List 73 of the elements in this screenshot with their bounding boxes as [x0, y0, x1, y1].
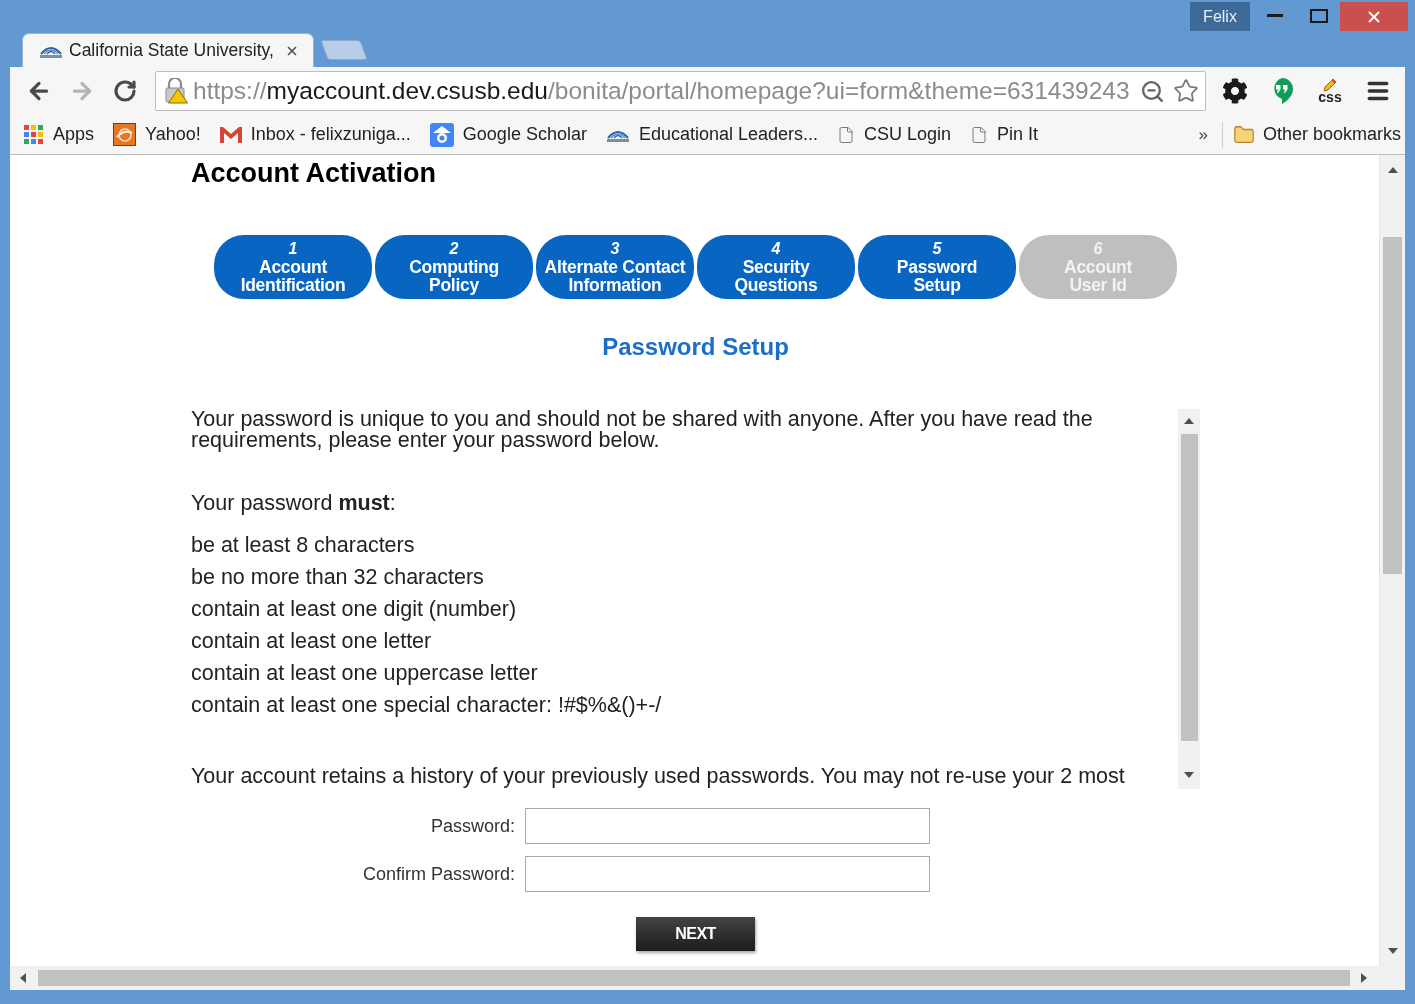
- intro-paragraph: Your password is unique to you and should not be shared with anyone. After you have read the requirements, please enter your password below.: [191, 409, 1094, 451]
- wizard-step: 2 Computing Policy: [375, 235, 533, 299]
- pencil-icon: [1323, 78, 1337, 92]
- requirement-item: contain at least one uppercase letter: [191, 660, 539, 687]
- maximize-icon: [1310, 8, 1328, 23]
- requirement-item: contain at least one special character: !#$%&()+-/: [191, 692, 663, 719]
- settings-icon: [1222, 78, 1248, 104]
- field-label: Password:: [429, 814, 515, 838]
- scroll-up-arrow-icon[interactable]: [1387, 167, 1398, 173]
- section-title: Password Setup: [601, 333, 790, 361]
- bookmark-label: Yahoo!: [145, 123, 201, 146]
- page-icon: [837, 125, 856, 144]
- page-icon: [970, 125, 989, 144]
- next-button[interactable]: NEXT: [636, 917, 755, 951]
- tab-title: California State University,: [69, 39, 274, 63]
- password-field[interactable]: [525, 856, 930, 892]
- folder-icon: [1232, 123, 1255, 146]
- bookmark-item[interactable]: Educational Leaders...: [605, 121, 819, 148]
- bookmark-label: Educational Leaders...: [638, 123, 819, 146]
- requirement-item: be no more than 32 characters: [191, 564, 485, 591]
- scrollbar-thumb[interactable]: [38, 969, 1350, 986]
- scrollbar-thumb[interactable]: [1383, 237, 1402, 574]
- profile-button[interactable]: Felix: [1190, 2, 1250, 31]
- scroll-down-arrow-icon[interactable]: [1184, 772, 1194, 778]
- mail-envelope-icon: [219, 126, 242, 143]
- wizard-step: 3 Alternate Contact Information: [536, 235, 694, 299]
- wizard-step: 4 Security Questions: [697, 235, 855, 299]
- bookmark-label: Pin It: [997, 123, 1039, 146]
- other-bookmarks-folder[interactable]: Other bookmarks: [1232, 121, 1401, 148]
- requirements-heading: Your password must:: [191, 490, 397, 517]
- bookmark-item[interactable]: Yahoo!: [113, 121, 201, 148]
- bookmark-item[interactable]: Google Scholar: [429, 121, 587, 148]
- requirement-item: contain at least one letter: [191, 628, 433, 655]
- requirement-item: contain at least one digit (number): [191, 596, 518, 623]
- scrollbar-thumb[interactable]: [1180, 434, 1198, 741]
- history-note: Your account retains a history of your previously used passwords. You may not re-use your 2 most: [191, 766, 1126, 787]
- more-bookmarks-chevron[interactable]: »: [1198, 121, 1208, 148]
- bookmark-item[interactable]: CSU Login: [837, 121, 952, 148]
- css-extension-button[interactable]: css: [1310, 73, 1350, 109]
- url-text[interactable]: https://myaccount.dev.csusb.edu/bonita/portal/homepage?ui=form&theme=631439243: [193, 72, 1130, 110]
- reload-icon: [113, 79, 137, 103]
- bookmark-label: Other bookmarks: [1262, 123, 1401, 146]
- bookmark-star-icon[interactable]: [1173, 78, 1199, 104]
- scroll-right-arrow-icon[interactable]: [1361, 972, 1367, 983]
- close-button[interactable]: [1340, 2, 1408, 31]
- inner-scrollbar[interactable]: [1178, 409, 1200, 789]
- browser-tab[interactable]: California State University,: [22, 33, 314, 67]
- bookmark-item[interactable]: Apps: [24, 121, 95, 148]
- zoom-out-icon[interactable]: [1140, 78, 1165, 104]
- field-label: Confirm Password:: [361, 862, 515, 886]
- wizard-step: 1 Account Identification: [214, 235, 372, 299]
- page-title: Account Activation: [191, 158, 438, 188]
- password-field[interactable]: [525, 808, 930, 844]
- bookmark-label: Google Scholar: [462, 123, 587, 146]
- lock-warning-icon[interactable]: [164, 78, 188, 104]
- graduation-cap-icon: [429, 122, 454, 147]
- scroll-down-arrow-icon[interactable]: [1387, 948, 1398, 954]
- address-bar[interactable]: https://myaccount.dev.csusb.edu/bonita/portal/homepage?ui=form&theme=631439243: [155, 71, 1206, 111]
- wizard-step: 5 Password Setup: [858, 235, 1016, 299]
- apps-grid-icon: [24, 124, 44, 145]
- horizontal-scrollbar[interactable]: [10, 966, 1379, 989]
- square-logo-icon: [113, 123, 137, 146]
- bookmark-label: Apps: [53, 123, 95, 146]
- bookmark-label: Inbox - felixzuniga...: [250, 123, 411, 146]
- requirements-panel[interactable]: [191, 409, 1200, 789]
- bookmark-label: CSU Login: [864, 123, 952, 146]
- scroll-up-arrow-icon[interactable]: [1184, 418, 1194, 424]
- bookmark-item[interactable]: Pin It: [970, 121, 1039, 148]
- minimize-icon: [1267, 14, 1283, 17]
- scroll-left-arrow-icon[interactable]: [20, 972, 26, 983]
- page-scrollbar[interactable]: [1379, 155, 1405, 966]
- bookmark-item[interactable]: Inbox - felixzuniga...: [219, 121, 411, 148]
- requirement-item: be at least 8 characters: [191, 532, 416, 559]
